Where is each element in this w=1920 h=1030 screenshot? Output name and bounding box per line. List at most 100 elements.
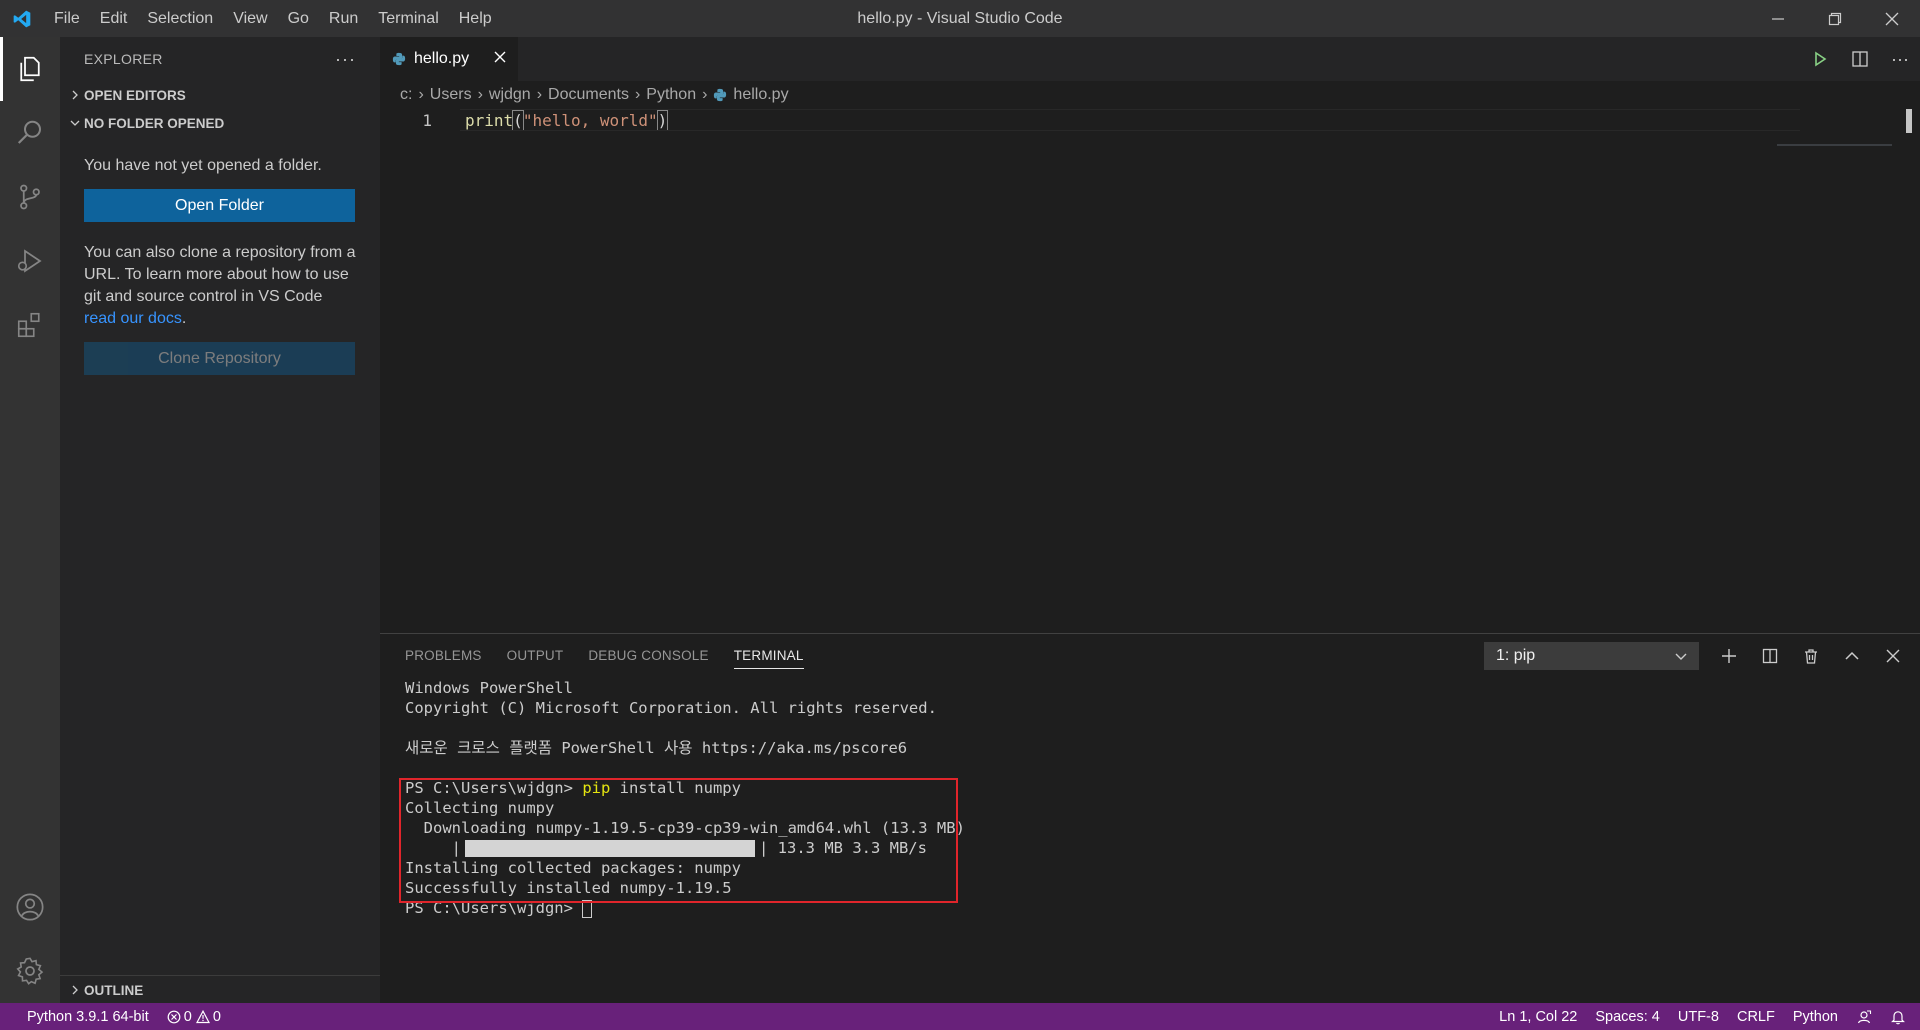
- end-of-line[interactable]: CRLF: [1728, 1003, 1784, 1030]
- clone-text: You can also clone a repository from a U…: [84, 244, 356, 305]
- tab-label: hello.py: [414, 50, 470, 67]
- vscode-logo-icon: [0, 0, 44, 37]
- explorer-title: EXPLORER: [84, 51, 163, 67]
- gear-icon: [16, 957, 44, 985]
- python-interpreter[interactable]: Python 3.9.1 64-bit: [18, 1003, 158, 1030]
- error-icon: [167, 1010, 181, 1023]
- breadcrumb-item[interactable]: wjdgn: [489, 86, 531, 104]
- activity-explorer[interactable]: [0, 37, 60, 101]
- breadcrumb-item[interactable]: Users: [430, 86, 472, 104]
- chevron-right-icon: ›: [702, 86, 708, 103]
- close-icon: [1885, 12, 1898, 25]
- clone-period: .: [181, 310, 187, 327]
- warning-count: 0: [212, 1008, 221, 1025]
- current-line-highlight: [460, 109, 1800, 131]
- chevron-down-icon: [1675, 653, 1687, 660]
- split-terminal-button[interactable]: [1749, 634, 1790, 678]
- breadcrumb-item[interactable]: Documents: [548, 86, 629, 104]
- activity-source-control[interactable]: [0, 165, 60, 229]
- chevron-right-icon: ›: [536, 86, 543, 103]
- open-folder-button[interactable]: Open Folder: [84, 189, 355, 222]
- activity-extensions[interactable]: [0, 293, 60, 357]
- window-controls: [1749, 0, 1920, 37]
- overview-ruler-cursor: [1906, 109, 1912, 133]
- minimize-button[interactable]: [1749, 0, 1806, 37]
- more-actions-icon: ···: [1891, 48, 1909, 69]
- tab-hello-py[interactable]: hello.py: [380, 37, 518, 81]
- plus-icon: [1721, 649, 1736, 663]
- tab-terminal[interactable]: TERMINAL: [733, 643, 804, 669]
- python-file-icon: [714, 88, 727, 102]
- tab-output[interactable]: OUTPUT: [507, 634, 564, 678]
- no-folder-section[interactable]: NO FOLDER OPENED: [60, 109, 380, 137]
- activity-accounts[interactable]: [0, 875, 60, 939]
- search-icon: [17, 120, 41, 144]
- encoding[interactable]: UTF-8: [1669, 1003, 1728, 1030]
- chevron-right-icon: ›: [477, 86, 483, 103]
- restore-button[interactable]: [1806, 0, 1863, 37]
- menu-edit[interactable]: Edit: [90, 0, 138, 37]
- split-terminal-icon: [1762, 648, 1777, 664]
- menu-go[interactable]: Go: [278, 0, 319, 37]
- cursor-position[interactable]: Ln 1, Col 22: [1490, 1003, 1586, 1030]
- editor-more-actions-button[interactable]: ···: [1880, 37, 1920, 81]
- terminal-line: Copyright (C) Microsoft Corporation. All…: [405, 699, 937, 717]
- restore-icon: [1828, 12, 1841, 25]
- close-panel-button[interactable]: [1872, 634, 1913, 678]
- tab-close-icon[interactable]: [494, 50, 506, 68]
- indentation[interactable]: Spaces: 4: [1586, 1003, 1669, 1030]
- explorer-sidebar: EXPLORER ··· OPEN EDITORS NO FOLDER OPEN…: [60, 37, 380, 1003]
- breadcrumb: c: › Users › wjdgn › Documents › Python …: [380, 81, 1920, 109]
- open-editors-label: OPEN EDITORS: [84, 87, 186, 103]
- breadcrumb-item[interactable]: hello.py: [733, 86, 788, 104]
- activity-search[interactable]: [0, 101, 60, 165]
- notifications-button[interactable]: [1881, 1003, 1920, 1030]
- terminal-selector-value: 1: pip: [1496, 647, 1536, 664]
- explorer-icon: [20, 56, 40, 82]
- menu-terminal[interactable]: Terminal: [368, 0, 448, 37]
- trash-icon: [1804, 649, 1817, 664]
- clone-repository-button[interactable]: Clone Repository: [84, 342, 355, 375]
- activity-manage[interactable]: [0, 939, 60, 1003]
- open-editors-section[interactable]: OPEN EDITORS: [60, 81, 380, 109]
- new-terminal-button[interactable]: [1708, 634, 1749, 678]
- tab-debug-console[interactable]: DEBUG CONSOLE: [588, 634, 708, 678]
- activity-run-debug[interactable]: [0, 229, 60, 293]
- outline-label: OUTLINE: [84, 982, 144, 998]
- split-editor-icon: [1852, 51, 1868, 67]
- read-docs-link[interactable]: read our docs: [84, 310, 182, 327]
- language-mode[interactable]: Python: [1784, 1003, 1847, 1030]
- terminal-selector[interactable]: 1: pip: [1484, 642, 1699, 670]
- outline-section[interactable]: OUTLINE: [60, 976, 380, 1004]
- menu-help[interactable]: Help: [449, 0, 502, 37]
- chevron-right-icon: [66, 985, 84, 995]
- feedback-icon: [1857, 1009, 1872, 1023]
- feedback-button[interactable]: [1847, 1003, 1881, 1030]
- menu-view[interactable]: View: [223, 0, 277, 37]
- minimap[interactable]: [1777, 144, 1892, 146]
- menu-run[interactable]: Run: [319, 0, 368, 37]
- status-bar: Python 3.9.1 64-bit 0 0 Ln 1, Col 22 Spa…: [0, 1003, 1920, 1030]
- problems-status[interactable]: 0 0: [158, 1003, 230, 1030]
- account-icon: [16, 893, 44, 921]
- more-actions-icon[interactable]: ···: [335, 49, 356, 70]
- chevron-up-icon: [1844, 651, 1859, 660]
- close-window-button[interactable]: [1863, 0, 1920, 37]
- run-python-file-button[interactable]: [1800, 37, 1840, 81]
- menu-file[interactable]: File: [44, 0, 90, 37]
- breadcrumb-item[interactable]: Python: [646, 86, 696, 104]
- split-editor-button[interactable]: [1840, 37, 1880, 81]
- menu-selection[interactable]: Selection: [137, 0, 223, 37]
- kill-terminal-button[interactable]: [1790, 634, 1831, 678]
- chevron-right-icon: [66, 90, 84, 100]
- maximize-panel-button[interactable]: [1831, 634, 1872, 678]
- code-line[interactable]: 1 print("hello, world"): [380, 109, 1920, 131]
- line-number: 1: [422, 110, 432, 130]
- tab-problems[interactable]: PROBLEMS: [405, 634, 482, 678]
- source-control-icon: [20, 184, 40, 210]
- breadcrumb-item[interactable]: c:: [400, 86, 412, 104]
- clone-description: You can also clone a repository from a U…: [84, 242, 356, 330]
- highlight-annotation-box: [399, 778, 958, 903]
